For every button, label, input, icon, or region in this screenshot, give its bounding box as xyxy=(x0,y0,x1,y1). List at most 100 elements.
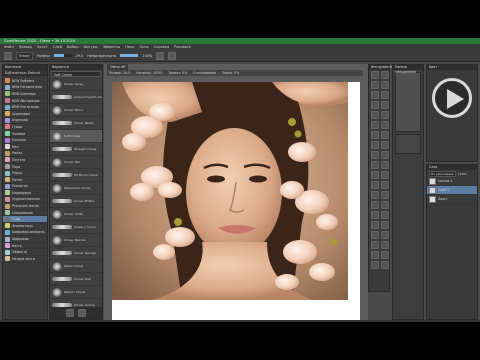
brush-category-item[interactable]: Художественное xyxy=(3,196,47,204)
brush-variant-item[interactable]: Cloner Chalk xyxy=(50,208,102,221)
tool-icon[interactable] xyxy=(381,161,389,169)
brush-category-item[interactable]: NEW Шиппиро xyxy=(3,91,47,98)
menu-item-7[interactable]: Перо xyxy=(125,45,134,49)
brush-category-item[interactable]: Перья xyxy=(3,170,47,177)
brush-variant-item[interactable]: Cloner Pen xyxy=(50,156,102,169)
brush-library-selector[interactable]: Библиотека: Default xyxy=(3,70,47,76)
brush-category-item[interactable]: Пастель xyxy=(3,157,47,164)
opacity-slider[interactable] xyxy=(120,54,139,57)
brush-category-item[interactable]: Заливка xyxy=(3,131,47,138)
menu-item-4[interactable]: Выбор xyxy=(67,45,79,49)
menu-item-9[interactable]: Справка xyxy=(154,45,169,49)
tool-icon[interactable] xyxy=(371,171,379,179)
tool-icon[interactable] xyxy=(371,201,379,209)
layer-row[interactable]: Холст xyxy=(427,195,477,204)
brush-category-item[interactable]: NEW Абстракция xyxy=(3,98,47,105)
brush-variant-item[interactable]: Camel Impasto Cloner xyxy=(50,91,102,104)
menu-item-0[interactable]: Файл xyxy=(4,45,14,49)
size-slider[interactable] xyxy=(53,54,72,57)
brush-category-item[interactable]: Мелкие кисти xyxy=(3,256,47,263)
tool-icon[interactable] xyxy=(381,121,389,129)
tool-icon[interactable] xyxy=(381,91,389,99)
menu-item-3[interactable]: Слой xyxy=(53,45,62,49)
tool-icon[interactable] xyxy=(381,141,389,149)
tool-icon[interactable] xyxy=(371,161,379,169)
settings-icon[interactable] xyxy=(156,51,165,60)
tool-icon[interactable] xyxy=(381,131,389,139)
brush-category-item[interactable]: Акриловые xyxy=(3,111,47,118)
tool-icon[interactable] xyxy=(371,81,379,89)
tool-icon[interactable] xyxy=(371,121,379,129)
brush-category-item[interactable]: Тушь xyxy=(3,216,47,224)
tool-icon[interactable] xyxy=(381,151,389,159)
brush-category-item[interactable]: Пятна xyxy=(3,177,47,184)
tool-icon[interactable] xyxy=(371,101,379,109)
tool-icon[interactable] xyxy=(381,171,389,179)
tool-icon[interactable] xyxy=(381,211,389,219)
menu-item-5[interactable]: Фигуры xyxy=(84,45,98,49)
brush-variant-item[interactable]: Cloner Sponge xyxy=(50,247,102,260)
brush-category-item[interactable]: NEW Кисти вода xyxy=(3,104,47,111)
brush-variant-item[interactable]: Straight Cloner xyxy=(50,143,102,156)
menu-item-2[interactable]: Холст xyxy=(37,45,48,49)
brush-variant-item[interactable]: Oil Brush Cloner xyxy=(50,169,102,182)
tool-icon[interactable] xyxy=(381,181,389,189)
brush-variant-item[interactable]: Smeary Cloner xyxy=(50,221,102,234)
brush-options-icon[interactable] xyxy=(78,309,86,317)
brush-variant-item[interactable]: Cloner Blender xyxy=(50,234,102,247)
menu-item-10[interactable]: Рисовать xyxy=(174,45,191,49)
mixer-pad[interactable] xyxy=(395,72,421,132)
brush-variant-item[interactable]: Detail Cloner xyxy=(50,260,102,273)
tool-icon[interactable] xyxy=(381,101,389,109)
brush-variant-item[interactable]: Cloner Pastel xyxy=(50,117,102,130)
brush-category-item[interactable]: Перо xyxy=(3,164,47,171)
brush-tool-icon[interactable] xyxy=(4,51,12,60)
brush-variant-item[interactable]: Watercolor Cloner xyxy=(50,182,102,195)
brush-category-item[interactable]: Эффекты xyxy=(3,249,47,257)
brush-variant-item[interactable]: Cloner Pencil xyxy=(50,104,102,117)
brush-variant-item[interactable]: Cloner Dab xyxy=(50,273,102,286)
brush-preview-icon[interactable] xyxy=(66,309,74,317)
layer-row[interactable]: Слой 1 xyxy=(427,186,477,195)
tool-icon[interactable] xyxy=(371,221,379,229)
brush-category-item[interactable]: Клонеры xyxy=(3,137,47,144)
brush-category-item[interactable]: NEW Эмбиент xyxy=(3,78,47,85)
brush-variant-item[interactable]: Pattern Cloner xyxy=(50,286,102,299)
tool-icon[interactable] xyxy=(381,251,389,259)
reset-icon[interactable] xyxy=(168,51,177,60)
tool-icon[interactable] xyxy=(381,241,389,249)
tool-icon[interactable] xyxy=(371,131,379,139)
brush-variant-item[interactable]: Soft Cloner xyxy=(50,130,102,143)
brush-variant-item[interactable]: Cloner Bristle xyxy=(50,195,102,208)
menu-item-6[interactable]: Эффекты xyxy=(103,45,121,49)
brush-category-item[interactable]: NEW Распылители xyxy=(3,84,47,92)
layer-row[interactable]: Canvas 1 xyxy=(427,177,477,186)
brush-category-item[interactable]: Реальные масла xyxy=(3,203,47,210)
canvas[interactable] xyxy=(112,82,360,320)
tool-icon[interactable] xyxy=(371,251,379,259)
brush-category-item[interactable]: Цифровая акварель xyxy=(3,229,47,237)
brush-category-item[interactable]: Аэрограф xyxy=(3,117,47,125)
tool-icon[interactable] xyxy=(381,71,389,79)
tool-icon[interactable] xyxy=(381,191,389,199)
brush-category-item[interactable]: Карандаши xyxy=(3,190,47,197)
color-set[interactable] xyxy=(395,134,421,154)
brush-name-label[interactable]: Eraser xyxy=(16,51,33,60)
brush-category-item[interactable]: Цифровые xyxy=(3,236,47,243)
tool-icon[interactable] xyxy=(371,211,379,219)
tool-icon[interactable] xyxy=(371,71,379,79)
brush-category-item[interactable]: Мел xyxy=(3,144,47,151)
brush-category-item[interactable]: Смешивание xyxy=(3,210,47,217)
tool-icon[interactable] xyxy=(371,181,379,189)
menu-item-8[interactable]: Окно xyxy=(139,45,148,49)
brush-category-item[interactable]: Фломастеры xyxy=(3,223,47,230)
tool-icon[interactable] xyxy=(371,151,379,159)
tool-icon[interactable] xyxy=(381,231,389,239)
tool-icon[interactable] xyxy=(371,241,379,249)
menu-item-1[interactable]: Правка xyxy=(19,45,32,49)
tool-icon[interactable] xyxy=(371,141,379,149)
brush-category-item[interactable]: Гуашь xyxy=(3,124,47,131)
tool-icon[interactable] xyxy=(381,201,389,209)
brush-category-item[interactable]: Масло xyxy=(3,150,47,158)
tool-icon[interactable] xyxy=(371,261,379,269)
